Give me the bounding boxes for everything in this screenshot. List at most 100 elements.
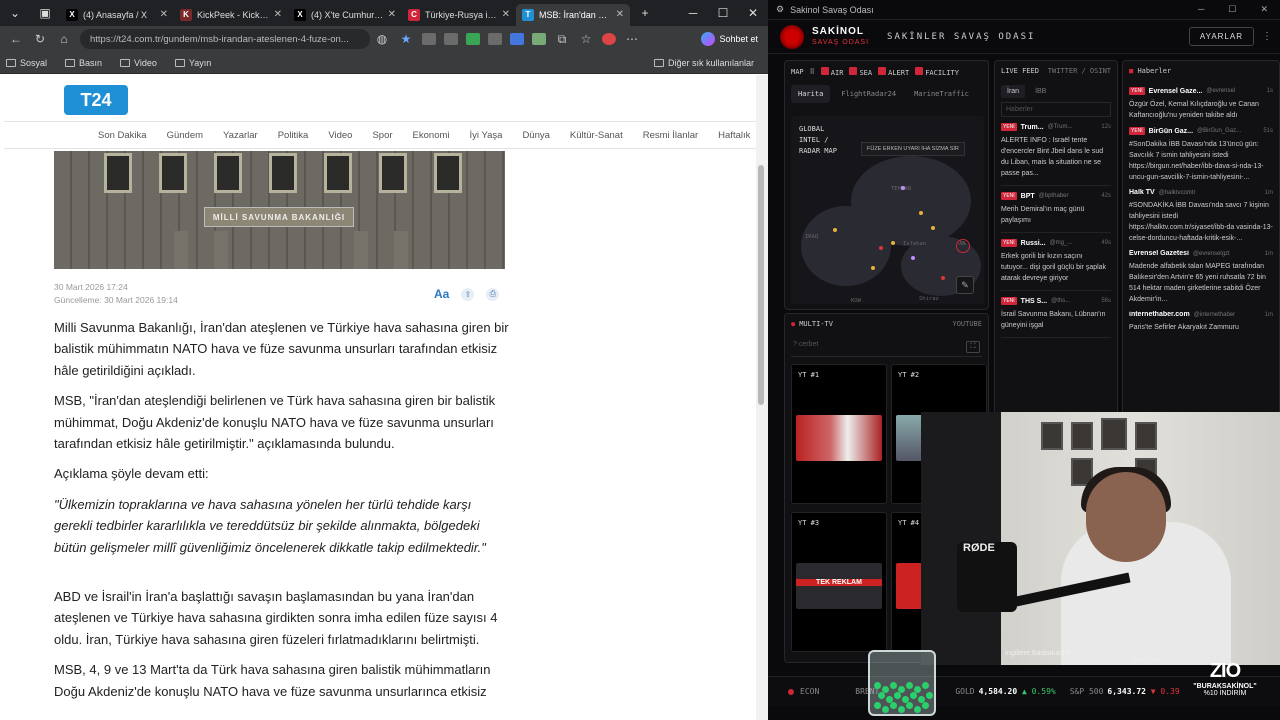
tab-flightradar[interactable]: FlightRadar24 — [834, 85, 903, 103]
new-tab-icon[interactable]: + — [630, 6, 660, 20]
nav-yazarlar[interactable]: Yazarlar — [223, 130, 258, 141]
drag-icon[interactable]: ⠿ — [810, 68, 815, 76]
tab-list-icon[interactable]: ⌄ — [0, 6, 30, 20]
news-item[interactable]: Halk TV @halktvcomtr 1m #SONDAKİKA İBB Dava… — [1129, 189, 1273, 244]
more-icon[interactable]: ⋯ — [620, 32, 644, 46]
nav-haftalik[interactable]: Haftalık — [718, 130, 750, 141]
window-close-icon[interactable]: ✕ — [1260, 4, 1268, 15]
alert-marker-icon[interactable] — [956, 239, 970, 253]
news-item[interactable]: YENİ Evrensel Gaze... @evrensel 1s Özgür Öze… — [1129, 87, 1273, 121]
news-item[interactable]: Evrensel Gazetesi @evrenselgzt 1m Madende a… — [1129, 250, 1273, 305]
news-item[interactable]: YENİ BirGün Gaz... @BirGun_Gaz... 51s #SonDa… — [1129, 127, 1273, 183]
c-logo-icon: C — [408, 8, 420, 21]
font-size-button[interactable]: Aa — [434, 287, 449, 301]
nav-resmi-ilanlar[interactable]: Resmi İlanlar — [643, 130, 698, 141]
bookmark-folder-sosyal[interactable]: Sosyal — [6, 58, 47, 68]
filter-facility[interactable]: FACILITY — [915, 67, 959, 77]
more-icon[interactable]: ⋮ — [1254, 31, 1280, 42]
tab-turkiye-rusya[interactable]: CTürkiye-Rusya ilişkile✕ — [402, 4, 516, 26]
tab-iran[interactable]: İran — [1001, 85, 1026, 98]
collections-icon[interactable]: ☆ — [574, 32, 598, 46]
url-field[interactable]: https://t24.com.tr/gundem/msb-irandan-at… — [80, 29, 370, 49]
yt-slot-3[interactable]: YT #3 TEK REKLAM — [791, 512, 887, 652]
tab-ibb[interactable]: İBB — [1029, 85, 1052, 98]
tab-harita[interactable]: Harita — [791, 85, 831, 103]
minimize-icon[interactable]: ─ — [1198, 4, 1204, 15]
nav-son-dakika[interactable]: Son Dakika — [98, 130, 147, 141]
settings-button[interactable]: AYARLAR — [1188, 27, 1254, 46]
print-icon[interactable]: ⎙ — [486, 287, 500, 301]
window-close-icon[interactable]: ✕ — [738, 6, 768, 20]
tab-x-home[interactable]: X (4) Anasayfa / X ✕ — [60, 4, 174, 26]
nav-gundem[interactable]: Gündem — [167, 130, 203, 141]
nav-politika[interactable]: Politika — [278, 130, 309, 141]
news-item[interactable]: internethaber.com @internethaber 1m Paris't… — [1129, 311, 1273, 333]
feed-item[interactable]: YENİ BPT @bpthaber 42s Merih Demiral'ın maç … — [1001, 192, 1111, 233]
feed-item[interactable]: YENİ Trum... @Trum... 12s ALERTE INFO : Isra… — [1001, 123, 1111, 186]
multi-tv-search[interactable]: ? cerbet ⛶ — [791, 338, 982, 357]
nav-iyi-yasa[interactable]: İyi Yaşa — [470, 130, 503, 141]
nav-video[interactable]: Video — [328, 130, 352, 141]
live-feed-header: LIVE FEED TWITTER / OSINT — [1001, 67, 1111, 75]
profile-avatar-icon[interactable] — [602, 33, 616, 45]
filter-alert[interactable]: ALERT — [878, 67, 909, 77]
extension-icon[interactable] — [532, 33, 546, 45]
bookmark-folder-yayin[interactable]: Yayın — [174, 58, 211, 68]
nav-kultur-sanat[interactable]: Kültür-Sanat — [570, 130, 623, 141]
favorite-star-icon[interactable]: ★ — [394, 32, 418, 46]
map-marker — [919, 211, 923, 215]
extension-icon[interactable] — [488, 33, 502, 45]
split-screen-icon[interactable]: ⧉ — [550, 32, 574, 47]
share-icon[interactable]: ⇪ — [461, 287, 475, 301]
extension-icon[interactable] — [422, 33, 436, 45]
tab-marinetraffic[interactable]: MarineTraffic — [907, 85, 976, 103]
article-paragraph: ABD ve İsrail'in İran'a başlattığı savaş… — [54, 589, 498, 647]
bookmark-folder-basin[interactable]: Basın — [65, 58, 102, 68]
close-icon[interactable]: ✕ — [616, 9, 624, 20]
page-scrollbar[interactable] — [756, 75, 768, 720]
maximize-icon[interactable]: ☐ — [1228, 4, 1236, 15]
workspace-icon[interactable]: ▣ — [30, 6, 60, 20]
web-page: T24 Son Dakika Gündem Yazarlar Politika … — [4, 75, 756, 720]
address-bar: ← ↻ ⌂ https://t24.com.tr/gundem/msb-iran… — [0, 26, 768, 52]
filter-air[interactable]: AIR — [820, 67, 843, 77]
nav-spor[interactable]: Spor — [372, 130, 392, 141]
tab-msb-article[interactable]: TMSB: İran'dan ateşle✕ — [516, 3, 630, 26]
checkbox-icon — [849, 67, 858, 75]
close-icon[interactable]: ✕ — [502, 9, 510, 20]
back-icon[interactable]: ← — [4, 32, 28, 46]
nav-dunya[interactable]: Dünya — [522, 130, 549, 141]
refresh-icon[interactable]: ↻ — [28, 32, 52, 46]
yt-slot-1[interactable]: YT #1 — [791, 364, 887, 504]
extension-icon[interactable] — [466, 33, 480, 45]
tab-kickpeek[interactable]: KKickPeek - Kick.com i✕ — [174, 4, 288, 26]
minimize-icon[interactable]: ─ — [678, 6, 708, 20]
dashboard-titlebar: ⚙ Sakinol Savaş Odası ─ ☐ ✕ — [768, 0, 1280, 20]
translate-icon[interactable] — [510, 33, 524, 45]
close-icon[interactable]: ✕ — [274, 9, 282, 20]
dashboard-header: SAKİNOL SAVAŞ ODASI SAKİNLER SAVAŞ ODASI… — [768, 20, 1280, 54]
radar-map[interactable]: GLOBAL INTEL / RADAR MAP FÜZE ERKEN UYAR… — [791, 116, 984, 304]
filter-sea[interactable]: SEA — [849, 67, 872, 77]
close-icon[interactable]: ✕ — [388, 9, 396, 20]
home-icon[interactable]: ⌂ — [52, 32, 76, 46]
nav-ekonomi[interactable]: Ekonomi — [413, 130, 450, 141]
bookmarks-bar: Sosyal Basın Video Yayın Diğer sık kulla… — [0, 52, 768, 74]
edit-pencil-icon[interactable]: ✎ — [956, 276, 974, 294]
read-aloud-icon[interactable]: ◍ — [370, 32, 394, 46]
maximize-icon[interactable]: ☐ — [708, 6, 738, 20]
bookmark-folder-video[interactable]: Video — [120, 58, 157, 68]
live-feed-search[interactable]: Haberler — [1001, 102, 1111, 117]
feed-item[interactable]: YENİ THS S... @ths... 56s İsrail Savunma Bak… — [1001, 297, 1111, 338]
extension-icon[interactable] — [444, 33, 458, 45]
copilot-button[interactable]: Sohbet et — [701, 32, 764, 46]
tab-x-cumhuriyet[interactable]: X(4) X'te Cumhuriyet: "✕ — [288, 4, 402, 26]
other-favorites[interactable]: Diğer sık kullanılanlar — [653, 58, 754, 68]
folder-icon — [6, 58, 16, 67]
close-icon[interactable]: ✕ — [160, 9, 168, 20]
feed-item[interactable]: YENİ Russi... @mg_... 49s Erkek gorili bir k… — [1001, 239, 1111, 291]
scrollbar-thumb[interactable] — [758, 165, 764, 405]
map-marker — [931, 226, 935, 230]
expand-icon[interactable]: ⛶ — [966, 341, 980, 353]
t24-logo[interactable]: T24 — [64, 85, 128, 115]
